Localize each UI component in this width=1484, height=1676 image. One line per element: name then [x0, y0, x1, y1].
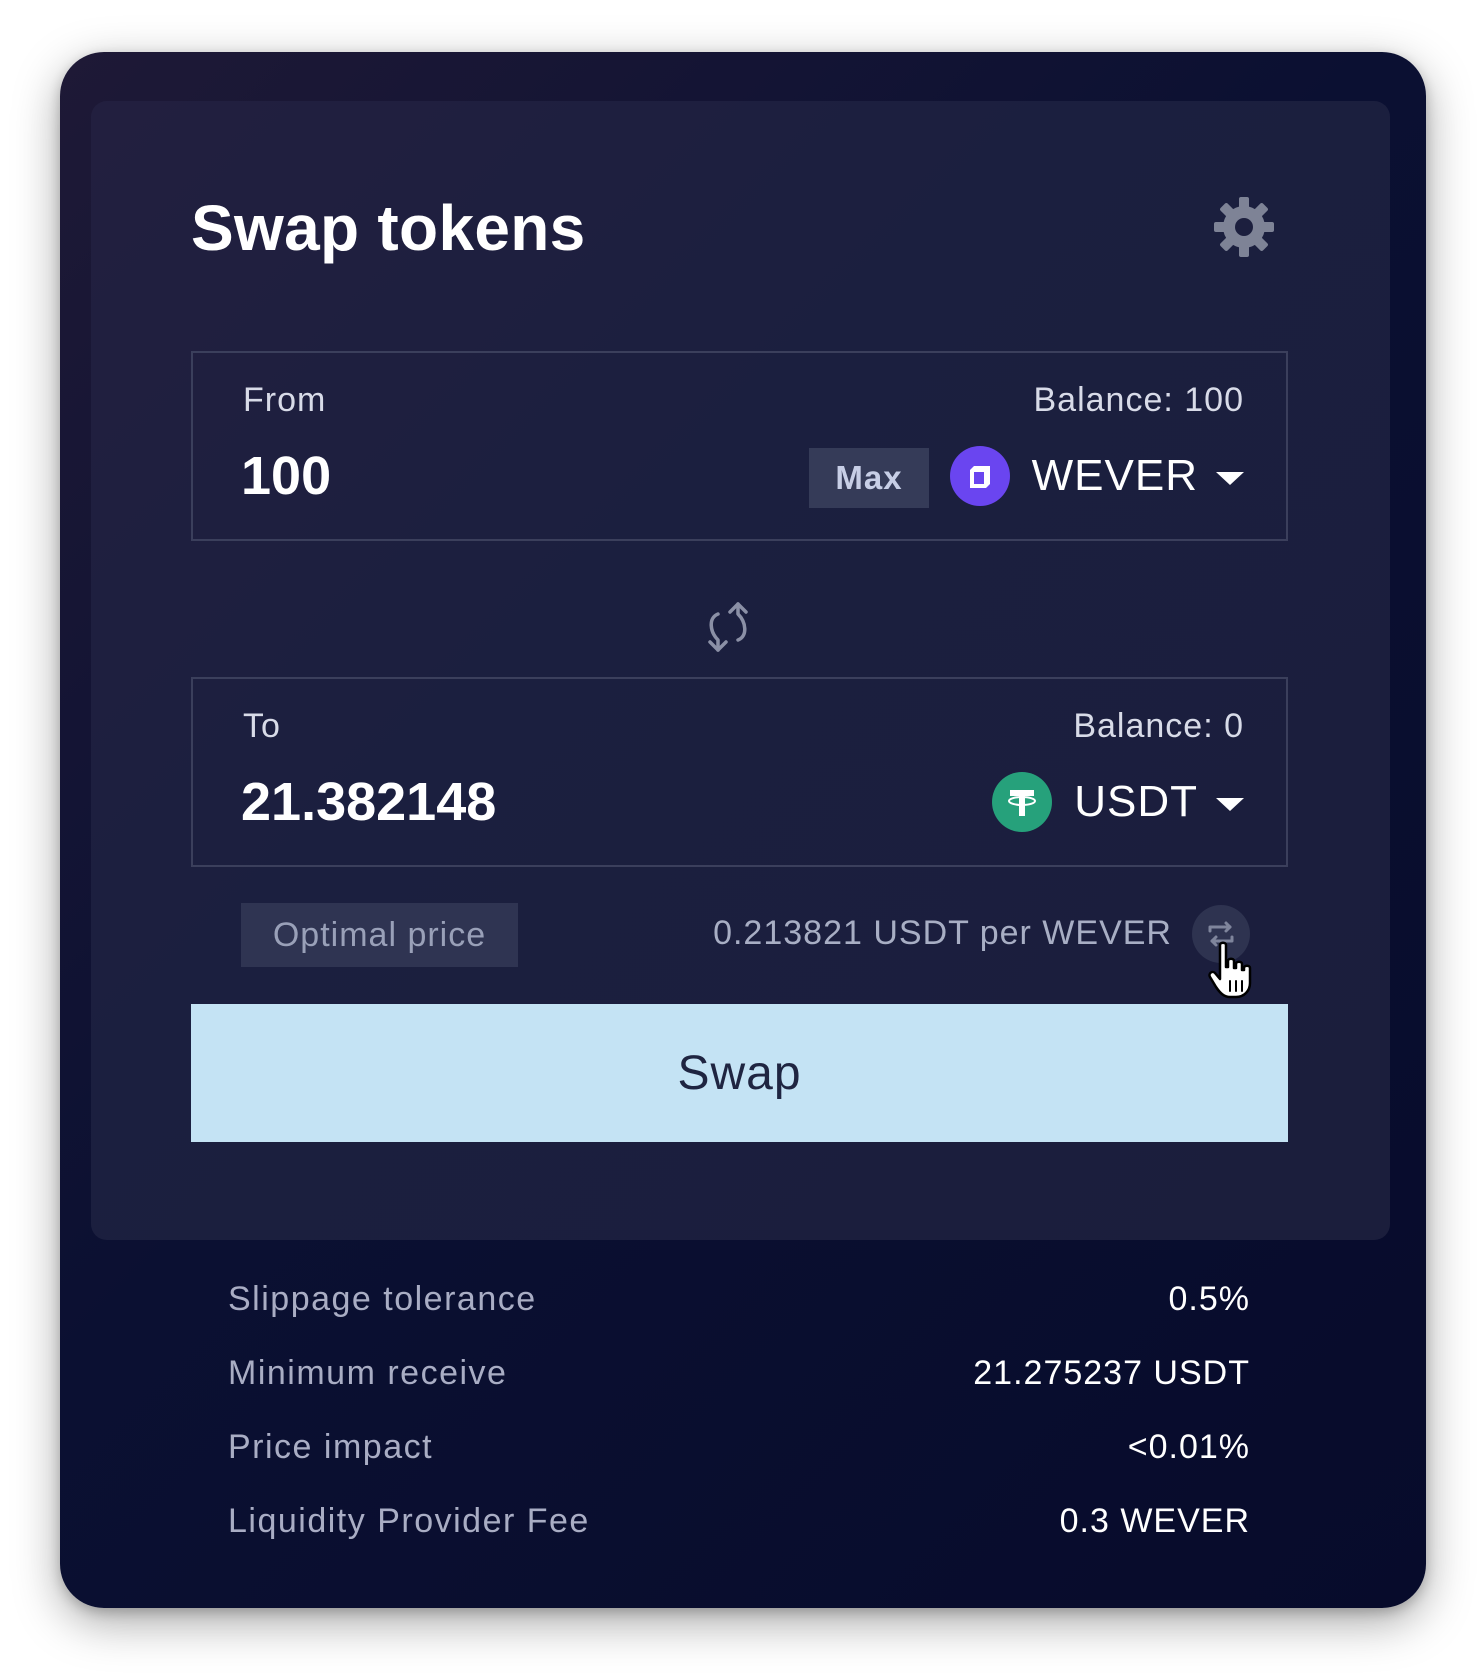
detail-value: 0.5%	[1168, 1280, 1250, 1318]
chevron-down-icon	[1216, 471, 1244, 485]
to-token-select[interactable]: USDT	[992, 769, 1244, 835]
swap-vertical-icon[interactable]	[702, 600, 754, 654]
to-label: To	[243, 707, 281, 745]
detail-row-lp-fee: Liquidity Provider Fee 0.3 WEVER	[228, 1502, 1250, 1576]
swap-card: Swap tokens From Balance: 100 Max	[91, 101, 1390, 1240]
to-token-name: USDT	[1074, 777, 1198, 826]
max-button[interactable]: Max	[809, 448, 929, 508]
hand-pointer-icon	[1208, 941, 1252, 999]
to-field: To Balance: 0 USDT	[191, 677, 1288, 867]
swap-button[interactable]: Swap	[191, 1004, 1288, 1142]
detail-value: 0.3 WEVER	[1059, 1502, 1250, 1540]
detail-value: 21.275237 USDT	[973, 1354, 1250, 1392]
exchange-rate: 0.213821 USDT per WEVER	[713, 914, 1172, 952]
from-balance: Balance: 100	[1033, 381, 1244, 419]
from-token-select[interactable]: WEVER	[949, 443, 1244, 509]
to-balance: Balance: 0	[1073, 707, 1244, 745]
detail-row-price-impact: Price impact <0.01%	[228, 1428, 1250, 1502]
wever-token-icon	[949, 446, 1010, 506]
detail-label: Price impact	[228, 1428, 434, 1466]
detail-value: <0.01%	[1127, 1428, 1250, 1466]
from-label: From	[243, 381, 327, 419]
tether-logo-icon	[1008, 790, 1037, 816]
swap-details: Slippage tolerance 0.5% Minimum receive …	[228, 1280, 1250, 1576]
chevron-down-icon	[1216, 797, 1244, 811]
from-field: From Balance: 100 Max WEVER	[191, 351, 1288, 541]
page-title: Swap tokens	[191, 192, 586, 264]
detail-label: Minimum receive	[228, 1354, 508, 1392]
to-amount-input[interactable]	[241, 771, 761, 833]
swap-widget: Swap tokens From Balance: 100 Max	[60, 52, 1426, 1608]
usdt-token-icon	[992, 772, 1053, 832]
from-amount-input[interactable]	[241, 445, 761, 507]
optimal-price-badge: Optimal price	[241, 903, 518, 967]
wever-logo-icon	[969, 466, 990, 488]
gear-icon[interactable]	[1212, 195, 1276, 259]
detail-label: Liquidity Provider Fee	[228, 1502, 590, 1540]
detail-row-slippage: Slippage tolerance 0.5%	[228, 1280, 1250, 1354]
from-token-name: WEVER	[1031, 451, 1198, 500]
detail-row-minimum-receive: Minimum receive 21.275237 USDT	[228, 1354, 1250, 1428]
detail-label: Slippage tolerance	[228, 1280, 537, 1318]
